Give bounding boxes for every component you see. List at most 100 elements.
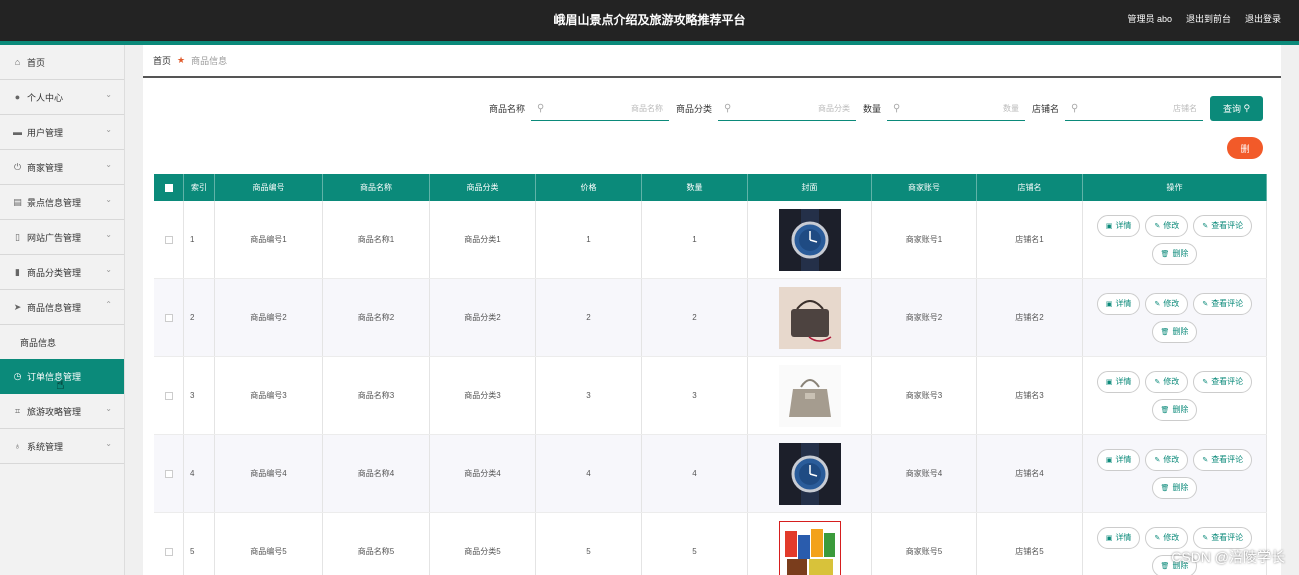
- cell-actions: ▣ 详情 ✎ 修改 ✎ 查看评论 🗑 删除: [1083, 201, 1267, 278]
- breadcrumb: 首页 ★ 商品信息: [143, 45, 1281, 78]
- product-cover-image: [778, 442, 841, 505]
- sidebar-item-merchants[interactable]: ⏻ 商家管理 ⌄: [0, 150, 124, 185]
- cell-price: 3: [536, 357, 642, 434]
- logout-link[interactable]: 退出登录: [1245, 12, 1281, 25]
- col-header: 索引: [184, 174, 215, 201]
- delete-button[interactable]: 🗑 删除: [1151, 242, 1198, 265]
- cell-merchant-account: 商家账号5: [872, 513, 977, 575]
- top-header: 峨眉山景点介绍及旅游攻略推荐平台 管理员 abo 退出到前台 退出登录: [0, 0, 1299, 41]
- edit-button[interactable]: ✎ 修改: [1145, 370, 1189, 393]
- detail-button[interactable]: ▣ 详情: [1096, 370, 1141, 393]
- sidebar-item-home[interactable]: ⌂ 首页: [0, 45, 124, 80]
- edit-icon: ✎: [1154, 222, 1161, 230]
- sidebar-item-attractions[interactable]: ▤ 景点信息管理 ⌄: [0, 185, 124, 220]
- col-header: 商品名称: [323, 174, 430, 201]
- col-header: 数量: [642, 174, 748, 201]
- detail-button[interactable]: ▣ 详情: [1096, 214, 1141, 237]
- cell-name: 商品名称1: [323, 201, 430, 278]
- cell-code: 商品编号5: [215, 513, 323, 575]
- cell-index: 1: [184, 201, 215, 278]
- sidebar-item-products[interactable]: ➤ 商品信息管理 ⌃: [0, 290, 124, 325]
- sidebar-item-guides[interactable]: ⌗ 旅游攻略管理 ⌄: [0, 394, 124, 429]
- edit-button[interactable]: ✎ 修改: [1145, 526, 1189, 549]
- cell-quantity: 2: [642, 279, 748, 356]
- cell-name: 商品名称2: [323, 279, 430, 356]
- search-input-qty[interactable]: ⚲ 数量: [886, 96, 1025, 121]
- breadcrumb-home[interactable]: 首页: [153, 54, 171, 67]
- table-header: 索引 商品编号 商品名称 商品分类 价格 数量 封面 商家账号 店铺名 操作: [154, 174, 1267, 201]
- view-comments-button[interactable]: ✎ 查看评论: [1193, 448, 1253, 471]
- col-header: 商品编号: [215, 174, 323, 201]
- search-input-name[interactable]: ⚲ 商品名称: [530, 96, 669, 121]
- search-input-shop[interactable]: ⚲ 店铺名: [1065, 96, 1203, 121]
- sidebar-item-label: 用户管理: [27, 127, 64, 138]
- sidebar-subitem-product-info[interactable]: 商品信息: [0, 325, 124, 359]
- send-icon: ➤: [13, 301, 22, 312]
- detail-button[interactable]: ▣ 详情: [1096, 292, 1141, 315]
- search-input-category[interactable]: ⚲ 商品分类: [717, 96, 856, 121]
- search-icon: ⚲: [1071, 102, 1079, 114]
- delete-button[interactable]: 🗑 删除: [1151, 398, 1198, 421]
- view-comments-button[interactable]: ✎ 查看评论: [1193, 370, 1253, 393]
- delete-button[interactable]: 🗑 删除: [1151, 476, 1198, 499]
- edit-icon: ✎: [1202, 456, 1209, 464]
- sidebar-item-ads[interactable]: ▯ 网站广告管理 ⌄: [0, 220, 124, 255]
- detail-icon: ▣: [1105, 378, 1113, 386]
- chevron-down-icon: ⌄: [105, 125, 112, 134]
- product-table: 索引 商品编号 商品名称 商品分类 价格 数量 封面 商家账号 店铺名 操作 1…: [154, 174, 1267, 575]
- search-icon: ⚲: [536, 102, 545, 114]
- sidebar-item-label: 景点信息管理: [27, 197, 82, 208]
- edit-button[interactable]: ✎ 修改: [1145, 448, 1189, 471]
- cell-actions: ▣ 详情 ✎ 修改 ✎ 查看评论 🗑 删除: [1083, 435, 1267, 512]
- detail-button[interactable]: ▣ 详情: [1096, 448, 1141, 471]
- sidebar-item-label: 商品信息管理: [27, 302, 82, 313]
- sidebar-item-profile[interactable]: ● 个人中心 ⌄: [0, 80, 124, 115]
- view-comments-button[interactable]: ✎ 查看评论: [1193, 292, 1253, 315]
- cell-shop: 店铺名5: [977, 513, 1083, 575]
- cell-shop: 店铺名2: [977, 279, 1083, 356]
- col-header: 店铺名: [977, 174, 1083, 201]
- search-field-name: 商品名称 ⚲ 商品名称: [489, 96, 669, 121]
- cell-shop: 店铺名1: [977, 201, 1083, 278]
- sidebar-item-label: 首页: [27, 57, 46, 68]
- sidebar-item-label: 系统管理: [27, 441, 64, 452]
- cell-index: 3: [184, 357, 215, 434]
- delete-button[interactable]: 🗑 删除: [1151, 320, 1198, 343]
- cell-category: 商品分类5: [430, 513, 536, 575]
- view-comments-button[interactable]: ✎ 查看评论: [1193, 214, 1253, 237]
- mobile-icon: ▯: [15, 231, 20, 242]
- mouse-cursor-icon: ☝: [56, 376, 65, 392]
- row-checkbox[interactable]: [164, 235, 173, 244]
- sidebar: ⌂ 首页 ● 个人中心 ⌄ ▬ 用户管理 ⌄ ⏻ 商家管理 ⌄ ▤ 景点信息管理…: [0, 45, 125, 575]
- row-checkbox[interactable]: [164, 313, 173, 322]
- batch-delete-button[interactable]: 删: [1227, 137, 1263, 159]
- clock-icon: ◷: [13, 371, 22, 381]
- cell-code: 商品编号2: [215, 279, 323, 356]
- row-checkbox[interactable]: [164, 469, 173, 478]
- sidebar-item-system[interactable]: ♁ 系统管理 ⌄: [0, 429, 124, 464]
- edit-button[interactable]: ✎ 修改: [1145, 214, 1189, 237]
- product-cover-image: [778, 520, 841, 575]
- view-comments-button[interactable]: ✎ 查看评论: [1193, 526, 1253, 549]
- row-checkbox[interactable]: [164, 391, 173, 400]
- edit-icon: ✎: [1202, 222, 1209, 230]
- bar-chart-icon: ▮: [15, 266, 20, 277]
- sidebar-item-label: 订单信息管理: [27, 372, 82, 382]
- mic-icon: ♁: [14, 441, 21, 451]
- cell-category: 商品分类1: [430, 201, 536, 278]
- cell-code: 商品编号3: [215, 357, 323, 434]
- sidebar-item-categories[interactable]: ▮ 商品分类管理 ⌄: [0, 255, 124, 290]
- search-label: 店铺名: [1031, 104, 1059, 114]
- edit-icon: ✎: [1202, 378, 1209, 386]
- product-cover-image: [778, 286, 841, 349]
- col-header: 价格: [536, 174, 642, 201]
- power-icon: ⏻: [13, 161, 22, 172]
- back-to-front-link[interactable]: 退出到前台: [1186, 12, 1231, 25]
- detail-button[interactable]: ▣ 详情: [1096, 526, 1141, 549]
- query-button[interactable]: 查询 ⚲: [1210, 96, 1263, 121]
- edit-button[interactable]: ✎ 修改: [1145, 292, 1189, 315]
- sidebar-item-users[interactable]: ▬ 用户管理 ⌄: [0, 115, 124, 150]
- select-all-checkbox[interactable]: [164, 183, 173, 192]
- row-checkbox[interactable]: [164, 547, 173, 556]
- edit-icon: ✎: [1154, 300, 1161, 308]
